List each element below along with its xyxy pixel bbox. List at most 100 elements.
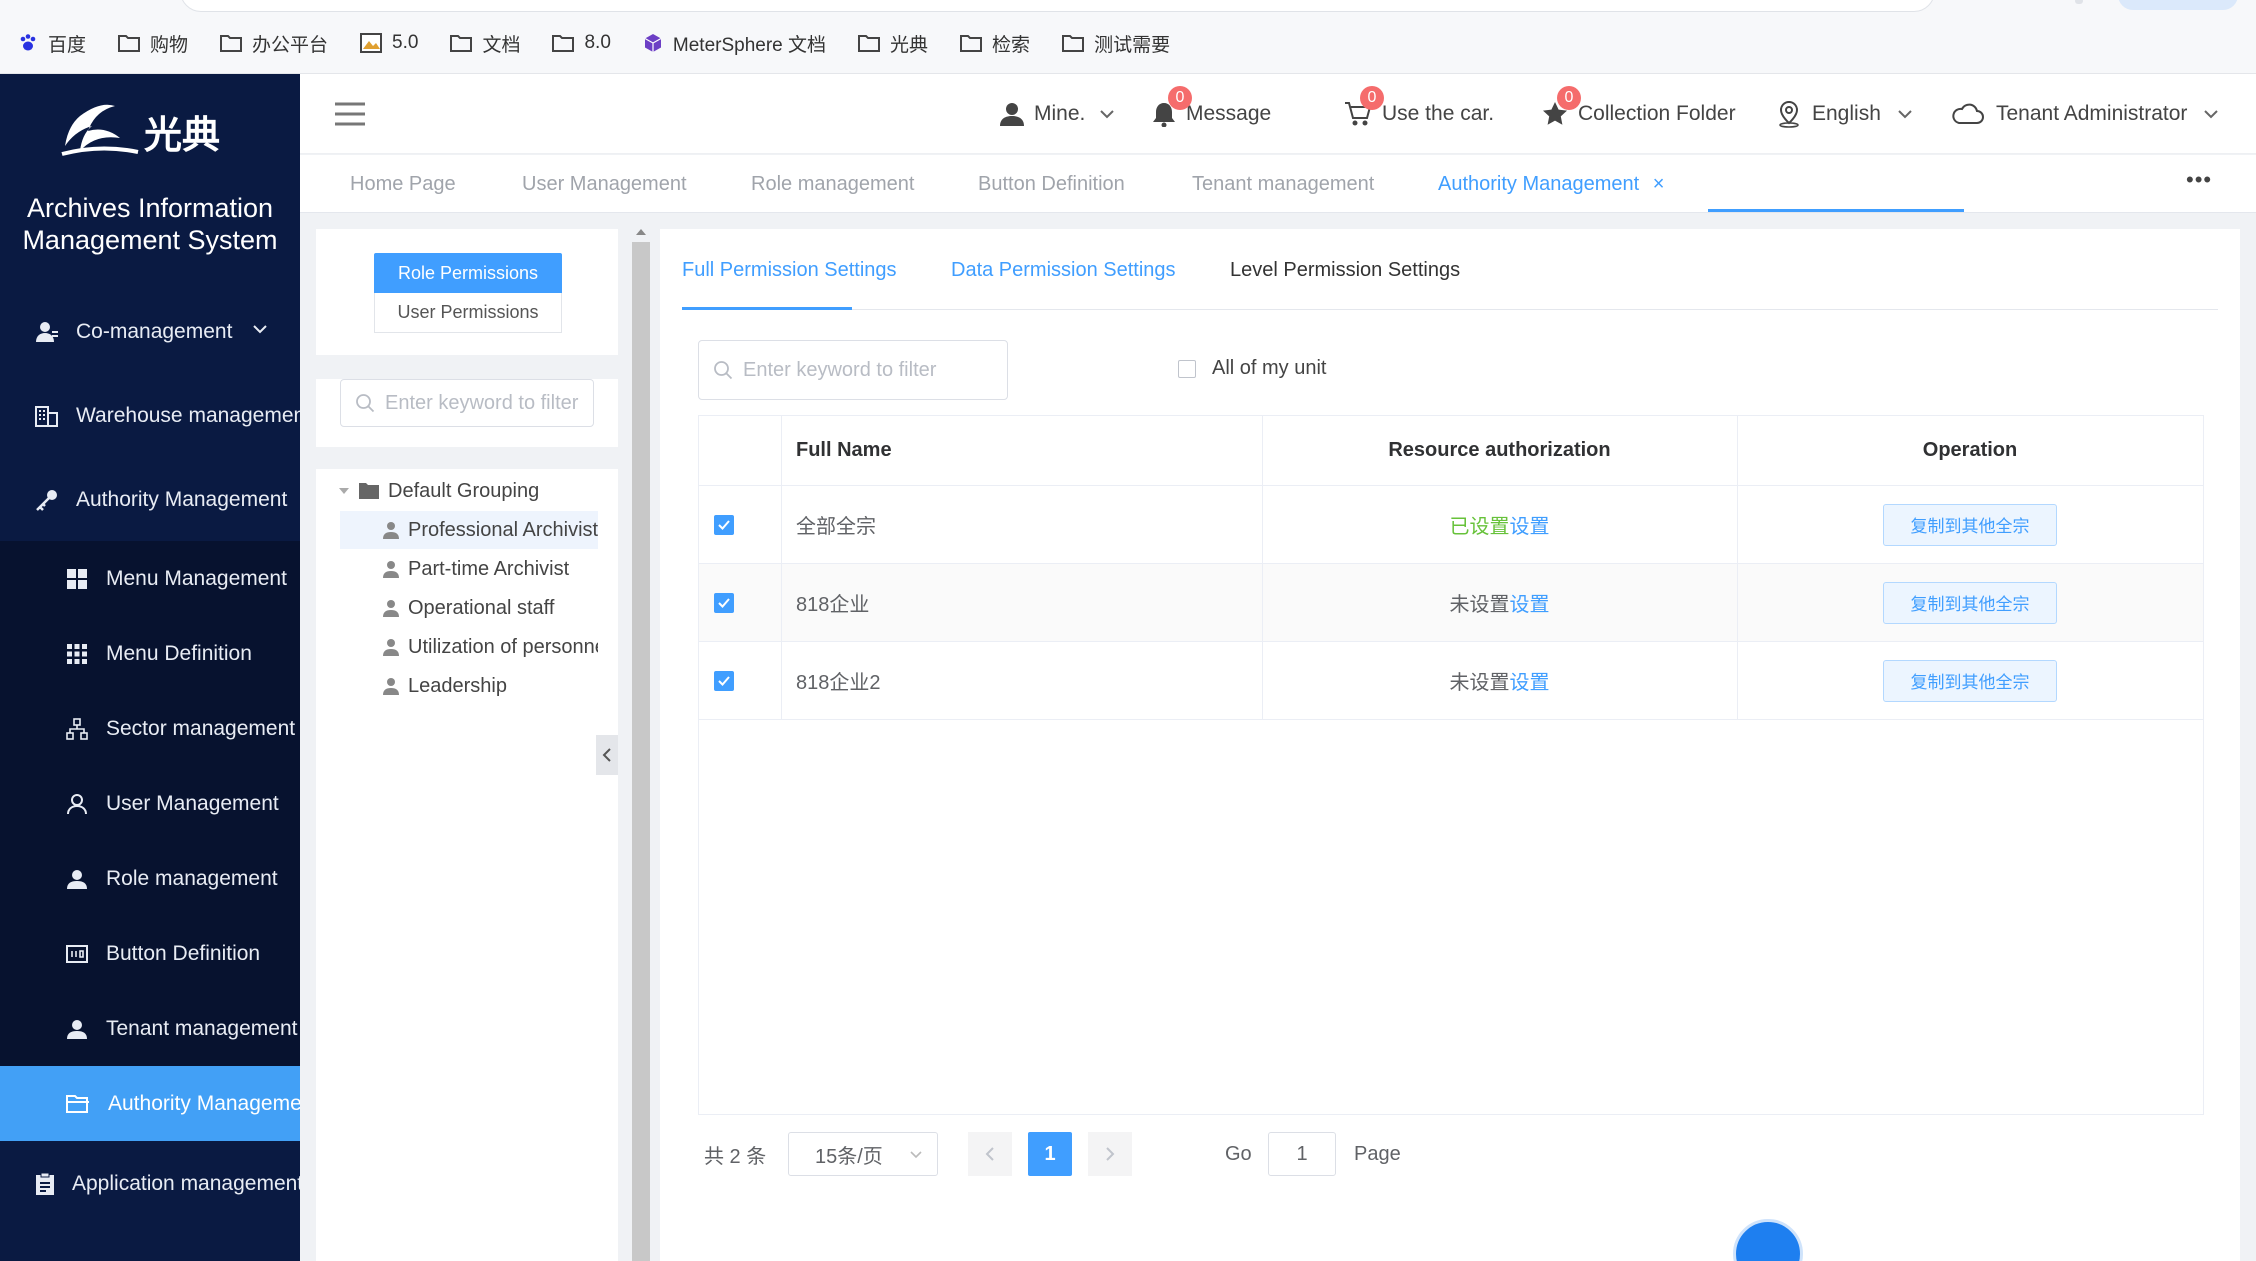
user-group-icon	[36, 322, 58, 342]
folder-open-icon	[66, 1094, 89, 1113]
caret-down-icon[interactable]	[338, 487, 350, 495]
checkbox[interactable]	[1178, 359, 1196, 378]
sidebar-item-authority[interactable]: Authority Management	[0, 460, 300, 540]
sidebar-subitem-role-management[interactable]: Role management	[0, 841, 300, 916]
language-selector[interactable]: English	[1776, 74, 1923, 154]
tree-node-default-grouping[interactable]: Default Grouping	[338, 473, 539, 509]
row-checkbox[interactable]	[714, 642, 734, 719]
copy-to-other-fonds-button[interactable]: 复制到其他全宗	[1883, 581, 2057, 624]
bookmark-label: 百度	[48, 34, 87, 56]
bookmark-baidu[interactable]: 百度	[18, 30, 86, 57]
tree-search-box[interactable]	[340, 379, 594, 427]
bookmark-shopping[interactable]: 购物	[118, 30, 188, 57]
tree-node-label: Leadership	[408, 674, 507, 697]
copy-to-other-fonds-button[interactable]: 复制到其他全宗	[1883, 503, 2057, 546]
tree-node-utilization-of-personnel[interactable]: Utilization of personnel	[340, 628, 598, 666]
tenant-selector[interactable]: Tenant Administrator	[1950, 74, 2229, 154]
copy-to-other-fonds-button[interactable]: 复制到其他全宗	[1883, 659, 2057, 702]
close-icon[interactable]: ×	[1653, 173, 1665, 195]
collection-folder-label: Collection Folder	[1578, 102, 1736, 125]
sidebar-item-application[interactable]: Application management	[0, 1144, 300, 1224]
tab-button-definition[interactable]: Button Definition	[978, 155, 1125, 213]
bookmark-testing[interactable]: 测试需要	[1062, 30, 1170, 57]
sidebar-item-co-management[interactable]: Co-management	[0, 292, 300, 372]
tree-node-part-time-archivist[interactable]: Part-time Archivist	[340, 550, 598, 588]
brand-logo: 光典	[60, 96, 240, 166]
system-title-line1: Archives Information	[26, 193, 274, 223]
permission-tree-panel: Role Permissions User Permissions Defaul…	[316, 229, 618, 1261]
sidebar-subitem-sector-management[interactable]: Sector management	[0, 691, 300, 766]
grid-icon	[67, 568, 87, 589]
sidebar-subitem-authority-management[interactable]: Authority Management	[0, 1066, 300, 1141]
total-count: 共 2 条	[704, 1145, 767, 1168]
tree-node-operational-staff[interactable]: Operational staff	[340, 589, 598, 627]
tab-user-management[interactable]: User Management	[522, 155, 687, 213]
tab-tenant-management[interactable]: Tenant management	[1192, 155, 1374, 213]
cube-icon	[644, 34, 662, 52]
extension-icon[interactable]	[2075, 0, 2083, 4]
checkbox-checked[interactable]	[714, 670, 734, 691]
tab-home-page[interactable]: Home Page	[350, 155, 456, 213]
sidebar-subitem-user-management[interactable]: User Management	[0, 766, 300, 841]
browser-bookmarks-bar: 百度 购物 办公平台 5.0 文档 8.0 MeterSphere 文档 光典	[0, 0, 2256, 74]
browser-profile-button[interactable]	[2118, 0, 2238, 10]
user-menu[interactable]: Mine.	[1000, 74, 1125, 154]
bookmark-search[interactable]: 检索	[960, 30, 1030, 57]
row-checkbox[interactable]	[714, 486, 734, 563]
role-permissions-button[interactable]: Role Permissions	[374, 253, 562, 293]
sidebar-item-warehouse[interactable]: Warehouse management	[0, 376, 300, 456]
go-to-page-input[interactable]	[1268, 1132, 1336, 1176]
tree-node-professional-archivist[interactable]: Professional Archivist	[340, 511, 598, 549]
bookmark-guangdian[interactable]: 光典	[858, 30, 928, 57]
checkbox-checked[interactable]	[714, 592, 734, 613]
all-of-my-unit-checkbox[interactable]: All of my unit	[1178, 357, 1326, 380]
filter-box[interactable]	[698, 340, 1008, 400]
tree-search-input[interactable]	[385, 391, 585, 415]
bookmark-docs[interactable]: 文档	[450, 30, 520, 57]
page-number-button[interactable]: 1	[1028, 1132, 1072, 1176]
sidebar-subitem-menu-definition[interactable]: Menu Definition	[0, 616, 300, 691]
tab-data-permission-settings[interactable]: Data Permission Settings	[951, 229, 1176, 311]
scroll-up-arrow-icon[interactable]	[632, 224, 650, 242]
sidebar-subitem-button-definition[interactable]: Button Definition	[0, 916, 300, 991]
user-outline-icon	[67, 793, 87, 814]
scrollbar[interactable]	[632, 240, 650, 1261]
tab-full-permission-settings[interactable]: Full Permission Settings	[682, 229, 897, 311]
user-permissions-button[interactable]: User Permissions	[374, 293, 562, 333]
bookmark-office[interactable]: 办公平台	[220, 30, 328, 57]
sidebar-item-label: Menu Definition	[106, 641, 252, 665]
set-link[interactable]: 设置	[1510, 588, 1550, 617]
more-icon[interactable]: •••	[2186, 167, 2212, 193]
bookmark-5-0[interactable]: 5.0	[360, 32, 418, 54]
page-size-select[interactable]: 15条/页	[788, 1132, 938, 1176]
bookmark-label: 光典	[890, 34, 929, 56]
checkbox-checked[interactable]	[714, 514, 734, 535]
bookmark-metersphere[interactable]: MeterSphere 文档	[643, 30, 826, 57]
cell-resource-authorization: 未设置 设置	[1262, 564, 1737, 641]
filter-input[interactable]	[743, 358, 1003, 382]
permission-settings-panel: Full Permission Settings Data Permission…	[660, 229, 2240, 1261]
set-link[interactable]: 设置	[1510, 510, 1550, 539]
top-header: Mine. Message 0 Use the car. 0 Collectio…	[300, 74, 2256, 154]
table-row: 818企业 未设置 设置 复制到其他全宗	[699, 564, 2203, 642]
tab-role-management[interactable]: Role management	[751, 155, 914, 213]
address-bar[interactable]	[180, 0, 1935, 12]
tab-authority-management[interactable]: Authority Management ×	[1438, 155, 1664, 213]
user-filled-icon	[383, 600, 399, 617]
prev-page-button[interactable]	[968, 1132, 1012, 1176]
tab-level-permission-settings[interactable]: Level Permission Settings	[1230, 229, 1460, 311]
hamburger-menu-icon[interactable]	[335, 102, 365, 126]
page-tabs-bar: Home Page User Management Role managemen…	[300, 155, 2256, 213]
sidebar-subitem-tenant-management[interactable]: Tenant management	[0, 991, 300, 1066]
tree-node-leadership[interactable]: Leadership	[340, 667, 598, 705]
next-page-button[interactable]	[1088, 1132, 1132, 1176]
row-checkbox[interactable]	[714, 564, 734, 641]
sidebar-subitem-menu-management[interactable]: Menu Management	[0, 541, 300, 616]
bookmark-8-0[interactable]: 8.0	[552, 32, 611, 54]
sidebar-item-label: Application management	[72, 1172, 300, 1195]
set-link[interactable]: 设置	[1510, 666, 1550, 695]
paw-icon	[20, 34, 36, 51]
chevron-down-icon	[1100, 110, 1115, 119]
collapse-panel-handle[interactable]	[596, 735, 618, 775]
message-button[interactable]: Message	[1152, 74, 1271, 154]
